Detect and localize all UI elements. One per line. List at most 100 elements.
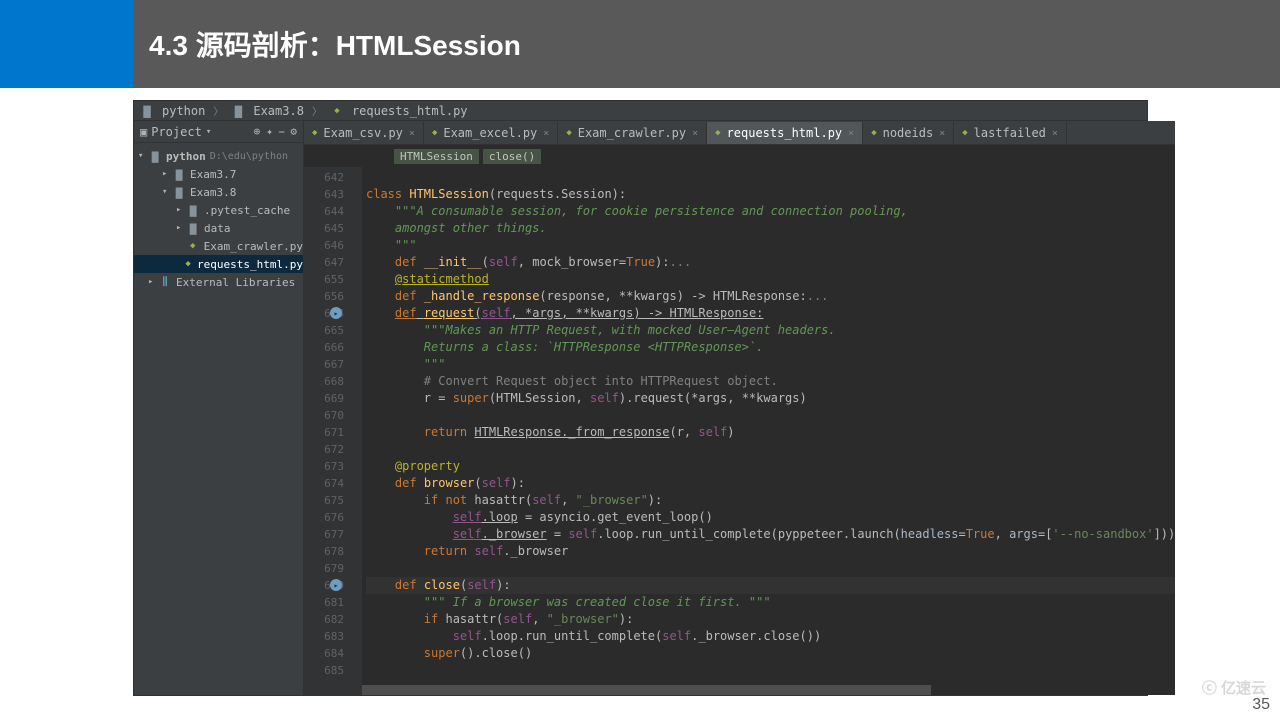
crumb-exam38[interactable]: ▇Exam3.8 — [231, 104, 304, 118]
slide-title-bar: 4.3 源码剖析：HTMLSession — [133, 0, 1280, 88]
code-line[interactable]: """ — [366, 237, 1175, 254]
code-line[interactable]: @property — [366, 458, 1175, 475]
line-number: 643 — [304, 186, 344, 203]
editor-tab[interactable]: ◆requests_html.py× — [707, 122, 863, 144]
gutter-marker-icon[interactable]: ▸ — [330, 579, 342, 591]
close-icon[interactable]: × — [1052, 128, 1058, 139]
close-icon[interactable]: × — [409, 128, 415, 139]
code-line[interactable]: return self._browser — [366, 543, 1175, 560]
editor-tab[interactable]: ◆Exam_csv.py× — [304, 122, 424, 144]
project-panel-header[interactable]: ▣ Project ▾ ⊕ ✦ ⎯ ⚙ — [134, 121, 303, 143]
line-number: 664▸ — [304, 305, 344, 322]
code-line[interactable]: return HTMLResponse._from_response(r, se… — [366, 424, 1175, 441]
dropdown-icon[interactable]: ▾ — [206, 127, 211, 137]
tree-root[interactable]: ▾ ▇ python D:\edu\python — [134, 147, 303, 165]
code-line[interactable]: """A consumable session, for cookie pers… — [366, 203, 1175, 220]
close-icon[interactable]: × — [543, 128, 549, 139]
code-line[interactable]: self.loop.run_until_complete(self._brows… — [366, 628, 1175, 645]
code-line[interactable]: r = super(HTMLSession, self).request(*ar… — [366, 390, 1175, 407]
code-line[interactable]: """ — [366, 356, 1175, 373]
tree-item[interactable]: ▾▇ Exam3.8 — [134, 183, 303, 201]
code-line[interactable]: """Makes an HTTP Request, with mocked Us… — [366, 322, 1175, 339]
crumb-file[interactable]: ◆requests_html.py — [330, 104, 468, 118]
caret-icon[interactable]: ▸ — [162, 169, 172, 179]
code-line[interactable]: if hasattr(self, "_browser"): — [366, 611, 1175, 628]
editor-tab[interactable]: ◆nodeids× — [863, 122, 954, 144]
code-line[interactable]: self.loop = asyncio.get_event_loop() — [366, 509, 1175, 526]
tab-label: lastfailed — [974, 126, 1046, 140]
code-line[interactable]: # Convert Request object into HTTPReques… — [366, 373, 1175, 390]
line-number: 665 — [304, 322, 344, 339]
code-line[interactable] — [366, 169, 1175, 186]
code-line[interactable]: def browser(self): — [366, 475, 1175, 492]
editor-tab[interactable]: ◆lastfailed× — [954, 122, 1067, 144]
line-number: 685 — [304, 662, 344, 679]
tree-item[interactable]: ◆requests_html.py — [134, 255, 303, 273]
close-icon[interactable]: × — [692, 128, 698, 139]
code-editor[interactable]: 642643644645646647655656664▸665666667668… — [304, 167, 1175, 695]
editor-tab[interactable]: ◆Exam_excel.py× — [424, 122, 558, 144]
tree-item[interactable]: ◆Exam_crawler.py — [134, 237, 303, 255]
line-number: 674 — [304, 475, 344, 492]
folder-icon: ▇ — [148, 150, 162, 162]
tree-item[interactable]: ▸▇Exam3.7 — [134, 165, 303, 183]
tree-item[interactable]: ▸⫼External Libraries — [134, 273, 303, 291]
tree-item[interactable]: ▸▇.pytest_cache — [134, 201, 303, 219]
python-file-icon: ◆ — [186, 240, 200, 252]
line-number: 666 — [304, 339, 344, 356]
code-line[interactable]: def close(self): — [366, 577, 1175, 594]
collapse-icon[interactable]: ⊕ — [254, 125, 261, 139]
python-file-icon: ◆ — [871, 128, 876, 138]
code-line[interactable]: self._browser = self.loop.run_until_comp… — [366, 526, 1175, 543]
code-line[interactable] — [366, 441, 1175, 458]
tree-item[interactable]: ▸▇data — [134, 219, 303, 237]
line-number: 670 — [304, 407, 344, 424]
line-number: 680▸ — [304, 577, 344, 594]
code-line[interactable] — [366, 407, 1175, 424]
code-line[interactable]: Returns a class: `HTTPResponse <HTTPResp… — [366, 339, 1175, 356]
folder-icon: ▇ — [172, 186, 186, 198]
code-line[interactable]: def _handle_response(response, **kwargs)… — [366, 288, 1175, 305]
code-line[interactable]: """ If a browser was created close it fi… — [366, 594, 1175, 611]
python-file-icon: ◆ — [566, 128, 571, 138]
caret-icon[interactable]: ▸ — [148, 277, 158, 287]
close-icon[interactable]: × — [848, 128, 854, 139]
code-line[interactable]: if not hasattr(self, "_browser"): — [366, 492, 1175, 509]
code-line[interactable] — [366, 560, 1175, 577]
fn-crumb-method[interactable]: close() — [483, 149, 541, 164]
line-number: 676 — [304, 509, 344, 526]
tab-label: Exam_excel.py — [443, 126, 537, 140]
line-number: 655 — [304, 271, 344, 288]
gear-icon[interactable]: ⚙ — [290, 125, 297, 139]
crumb-python[interactable]: ▇python — [140, 104, 205, 118]
code-line[interactable]: amongst other things. — [366, 220, 1175, 237]
line-number: 644 — [304, 203, 344, 220]
line-number: 683 — [304, 628, 344, 645]
project-icon: ▣ — [140, 125, 147, 139]
scrollbar-thumb[interactable] — [362, 685, 931, 695]
ide-window: ▇python 〉 ▇Exam3.8 〉 ◆requests_html.py ▣… — [133, 100, 1148, 696]
caret-icon[interactable]: ▸ — [176, 205, 186, 215]
caret-icon[interactable]: ▸ — [176, 223, 186, 233]
horizontal-scrollbar[interactable] — [362, 685, 1175, 695]
fn-crumb-class[interactable]: HTMLSession — [394, 149, 479, 164]
settings-icon[interactable]: ✦ — [266, 125, 273, 139]
code-line[interactable]: def __init__(self, mock_browser=True):..… — [366, 254, 1175, 271]
caret-icon[interactable]: ▾ — [162, 187, 172, 197]
hide-icon[interactable]: ⎯ — [279, 125, 285, 139]
project-tree[interactable]: ▾ ▇ python D:\edu\python ▸▇Exam3.7▾▇Exam… — [134, 143, 303, 295]
editor-tab[interactable]: ◆Exam_crawler.py× — [558, 122, 707, 144]
code-content[interactable]: class HTMLSession(requests.Session): """… — [362, 167, 1175, 695]
code-line[interactable] — [366, 662, 1175, 679]
caret-down-icon[interactable]: ▾ — [138, 151, 148, 161]
code-line[interactable]: @staticmethod — [366, 271, 1175, 288]
code-line[interactable]: super().close() — [366, 645, 1175, 662]
tree-item-label: Exam3.8 — [190, 186, 236, 199]
line-number: 671 — [304, 424, 344, 441]
line-number: 681 — [304, 594, 344, 611]
code-line[interactable]: def request(self, *args, **kwargs) -> HT… — [366, 305, 1175, 322]
gutter-marker-icon[interactable]: ▸ — [330, 307, 342, 319]
close-icon[interactable]: × — [939, 128, 945, 139]
code-line[interactable]: class HTMLSession(requests.Session): — [366, 186, 1175, 203]
tree-item-label: External Libraries — [176, 276, 295, 289]
